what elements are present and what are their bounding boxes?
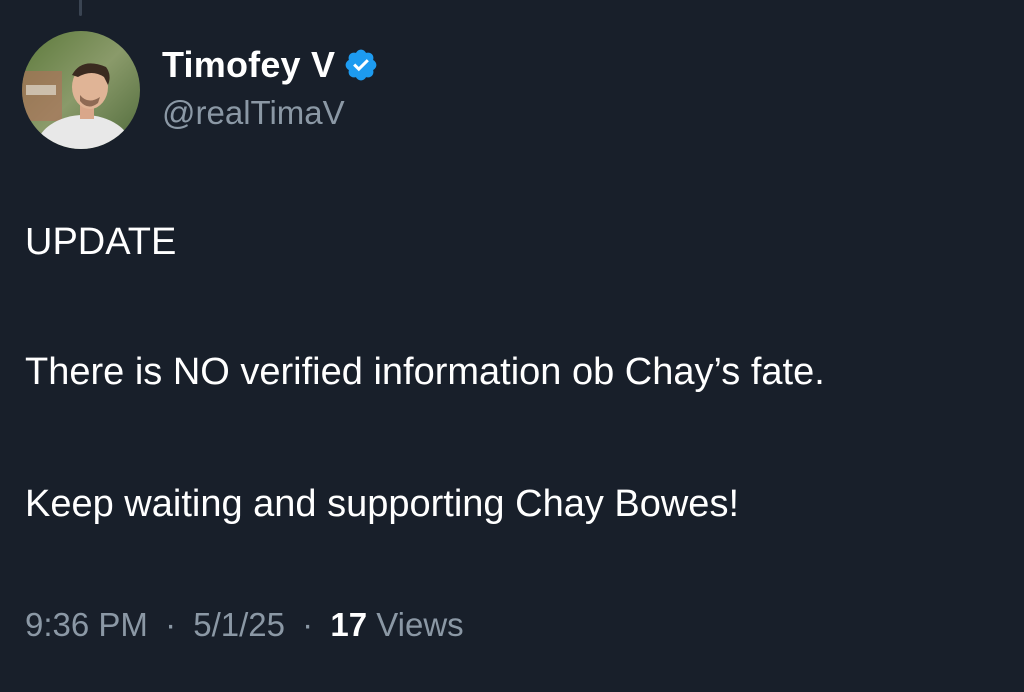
views-count[interactable]: 17 xyxy=(330,606,367,643)
name-row: Timofey V xyxy=(162,42,379,88)
display-name[interactable]: Timofey V xyxy=(162,44,335,86)
author-block: Timofey V @realTimaV xyxy=(162,42,379,132)
avatar-photo xyxy=(22,31,140,149)
meta-separator: · xyxy=(302,606,314,643)
thread-connector-line xyxy=(79,0,82,16)
post-paragraph: There is NO verified information ob Chay… xyxy=(25,351,825,393)
user-handle[interactable]: @realTimaV xyxy=(162,94,379,132)
views-label[interactable]: Views xyxy=(376,606,463,643)
post-meta: 9:36 PM · 5/1/25 · 17 Views xyxy=(25,606,464,644)
post-paragraph: Keep waiting and supporting Chay Bowes! xyxy=(25,483,740,525)
meta-separator: · xyxy=(165,606,177,643)
verified-badge-icon[interactable] xyxy=(343,47,379,83)
post-time[interactable]: 9:36 PM xyxy=(25,606,148,643)
post-date[interactable]: 5/1/25 xyxy=(193,606,285,643)
post-paragraph: UPDATE xyxy=(25,221,177,263)
avatar[interactable] xyxy=(22,31,140,149)
